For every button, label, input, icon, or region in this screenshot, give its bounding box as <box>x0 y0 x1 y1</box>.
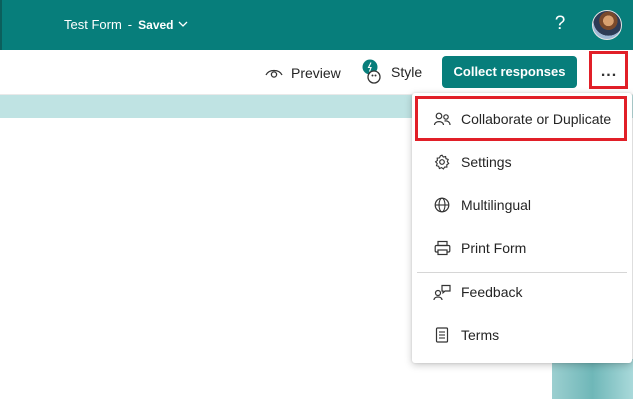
form-title[interactable]: Test Form <box>64 17 122 32</box>
menu-item-terms[interactable]: Terms <box>412 314 632 356</box>
menu-item-label: Settings <box>461 154 512 170</box>
style-label: Style <box>391 64 423 80</box>
menu-item-print[interactable]: Print Form <box>412 227 632 269</box>
header-edge <box>0 0 2 50</box>
preview-label: Preview <box>291 65 341 81</box>
collect-responses-button[interactable]: Collect responses <box>442 56 577 88</box>
form-canvas-edge <box>552 359 633 399</box>
palette-icon <box>361 59 383 85</box>
highlight-box-more <box>589 51 628 89</box>
avatar[interactable] <box>592 10 622 40</box>
printer-icon <box>433 239 451 257</box>
help-icon[interactable]: ? <box>552 14 568 34</box>
highlight-box-collaborate <box>415 96 627 141</box>
menu-item-feedback[interactable]: Feedback <box>412 271 632 313</box>
menu-item-label: Print Form <box>461 240 527 256</box>
menu-item-label: Feedback <box>461 284 523 300</box>
menu-item-multilingual[interactable]: Multilingual <box>412 184 632 226</box>
save-status: Saved <box>138 18 174 32</box>
feedback-icon <box>433 283 451 301</box>
menu-item-label: Multilingual <box>461 197 532 213</box>
document-icon <box>433 326 451 344</box>
preview-button[interactable]: Preview <box>265 62 341 84</box>
eye-icon <box>265 67 283 79</box>
menu-item-label: Terms <box>461 327 500 343</box>
gear-icon <box>433 153 451 171</box>
chevron-down-icon[interactable] <box>178 21 188 27</box>
title-separator: - <box>127 17 133 32</box>
form-title-area[interactable]: Test Form - Saved <box>64 17 188 33</box>
style-button[interactable]: Style <box>361 58 422 86</box>
menu-item-settings[interactable]: Settings <box>412 141 632 183</box>
globe-icon <box>433 196 451 214</box>
